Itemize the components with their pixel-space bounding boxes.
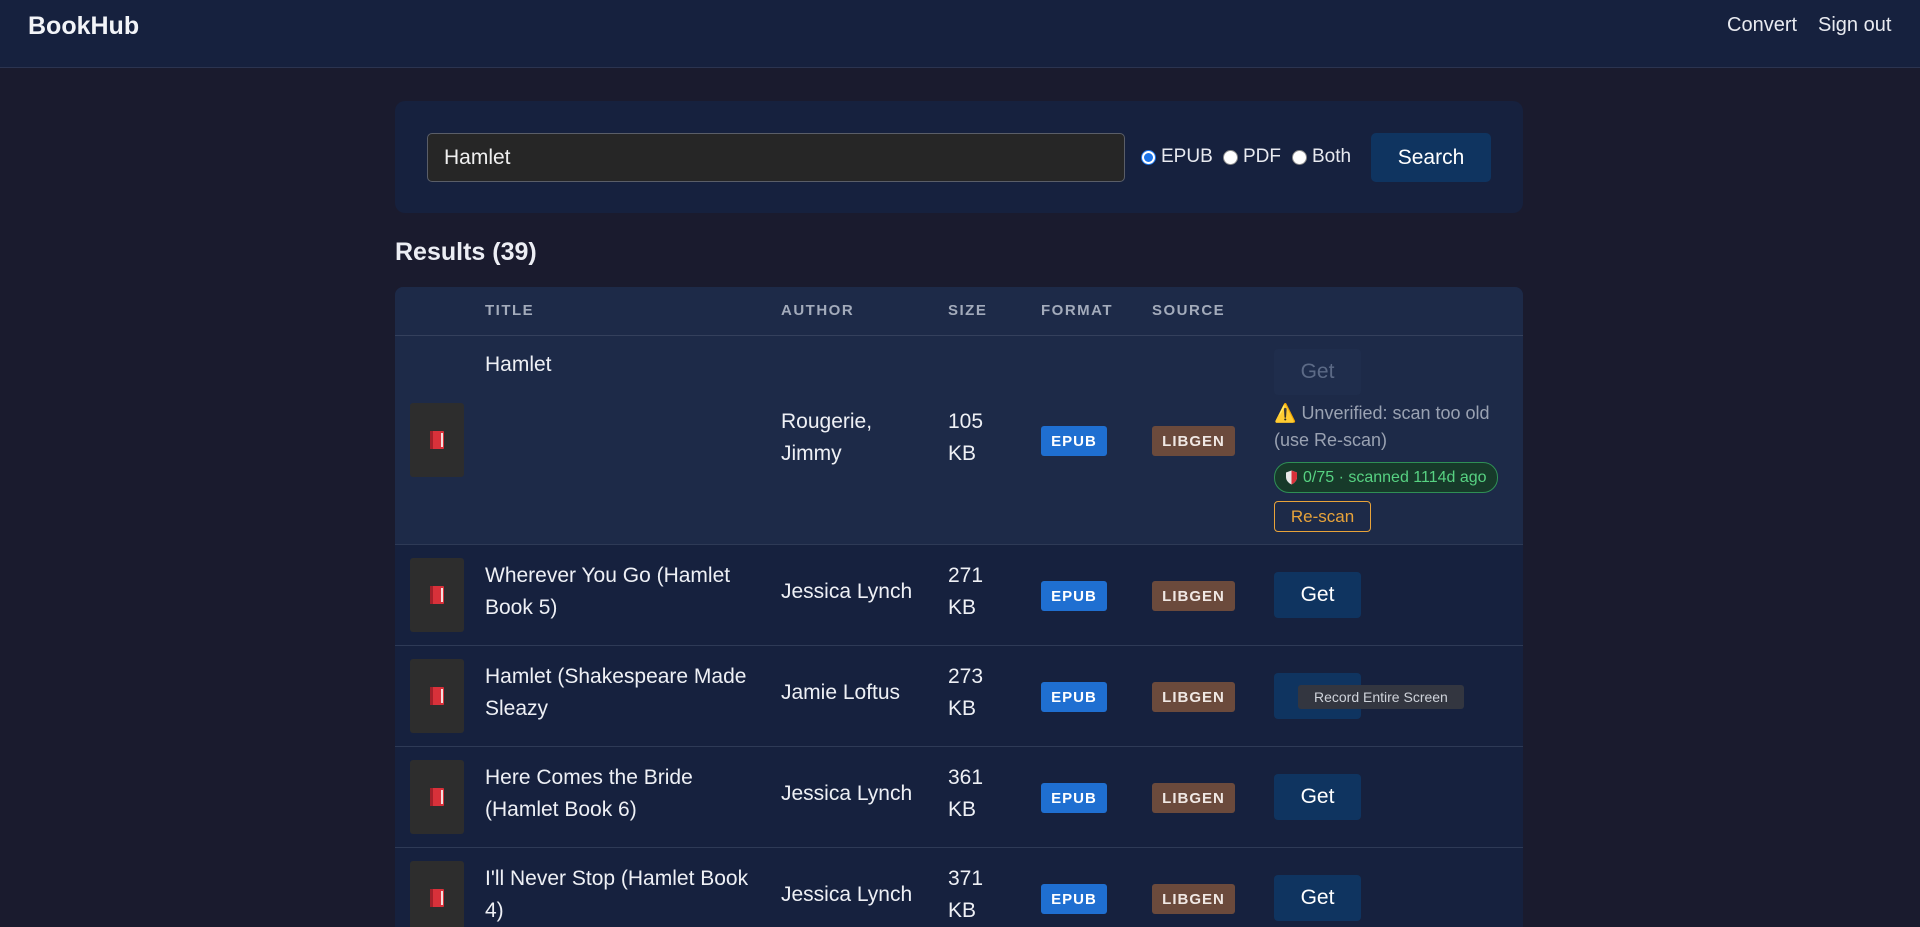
- brand-logo[interactable]: BookHub: [28, 12, 139, 41]
- get-button[interactable]: Get: [1274, 572, 1361, 618]
- get-button[interactable]: Get: [1274, 774, 1361, 820]
- source-badge: LIBGEN: [1152, 682, 1235, 712]
- table-row: I'll Never Stop (Hamlet Book 4) Jessica …: [395, 848, 1523, 927]
- search-button[interactable]: Search: [1371, 133, 1491, 182]
- scan-status-badge: 0/75 · scanned 1114d ago: [1274, 462, 1498, 493]
- book-icon: [430, 586, 444, 604]
- radio-button[interactable]: [1292, 149, 1307, 165]
- results-table: TITLE AUTHOR SIZE FORMAT SOURCE Hamlet R…: [395, 287, 1523, 927]
- search-panel: EPUB PDF Both Search: [395, 101, 1523, 213]
- book-size: 273 KB: [948, 665, 984, 720]
- rescan-button[interactable]: Re-scan: [1274, 501, 1371, 532]
- column-header-source: SOURCE: [1152, 302, 1226, 319]
- format-radio-label: EPUB: [1161, 146, 1213, 167]
- source-badge: LIBGEN: [1152, 426, 1235, 456]
- warning-text: Unverified: scan too old (use Re-scan): [1274, 403, 1490, 450]
- book-author: Jessica Lynch: [781, 883, 913, 906]
- book-size: 361 KB: [948, 766, 984, 821]
- book-size: 371 KB: [948, 867, 984, 922]
- table-row: Hamlet (Shakespeare Made Sleazy Jamie Lo…: [395, 646, 1523, 747]
- book-title: Hamlet (Shakespeare Made Sleazy: [485, 665, 747, 720]
- book-icon: [430, 889, 444, 907]
- column-header-size: SIZE: [948, 302, 988, 319]
- book-title: I'll Never Stop (Hamlet Book 4): [485, 867, 749, 922]
- table-row: Wherever You Go (Hamlet Book 5) Jessica …: [395, 545, 1523, 646]
- format-badge: EPUB: [1041, 426, 1107, 456]
- book-title: Wherever You Go (Hamlet Book 5): [485, 564, 731, 619]
- nav-convert-link[interactable]: Convert: [1727, 14, 1797, 37]
- shield-icon: [1286, 470, 1297, 485]
- book-cover: [410, 558, 464, 632]
- radio-button-checked[interactable]: [1141, 149, 1156, 165]
- book-author: Jessica Lynch: [781, 782, 913, 805]
- book-icon: [430, 788, 444, 806]
- book-title: Hamlet: [485, 353, 552, 376]
- format-radio-epub[interactable]: EPUB: [1141, 145, 1213, 169]
- book-cover: [410, 861, 464, 927]
- source-badge: LIBGEN: [1152, 884, 1235, 914]
- format-badge: EPUB: [1041, 682, 1107, 712]
- column-header-title: TITLE: [485, 302, 535, 319]
- format-radio-label: PDF: [1243, 146, 1281, 167]
- get-button-disabled[interactable]: Get: [1274, 349, 1361, 395]
- table-row: Here Comes the Bride (Hamlet Book 6) Jes…: [395, 747, 1523, 848]
- get-button[interactable]: Get: [1274, 875, 1361, 921]
- format-radio-label: Both: [1312, 146, 1352, 167]
- book-cover: [410, 403, 464, 477]
- book-author: Jamie Loftus: [781, 681, 901, 704]
- scan-status-text: 0/75 · scanned 1114d ago: [1303, 468, 1487, 486]
- book-icon: [430, 687, 444, 705]
- book-author: Jessica Lynch: [781, 580, 913, 603]
- book-cover: [410, 760, 464, 834]
- book-cover: [410, 659, 464, 733]
- book-icon: [430, 431, 444, 449]
- format-badge: EPUB: [1041, 581, 1107, 611]
- table-row: Hamlet Rougerie, Jimmy 105 KB EPUB LIBGE…: [395, 336, 1523, 545]
- column-header-author: AUTHOR: [781, 302, 855, 319]
- book-size: 105 KB: [948, 410, 984, 465]
- search-input[interactable]: [427, 133, 1125, 182]
- format-radio-both[interactable]: Both: [1292, 145, 1351, 169]
- format-badge: EPUB: [1041, 783, 1107, 813]
- book-title: Here Comes the Bride (Hamlet Book 6): [485, 766, 693, 821]
- book-size: 271 KB: [948, 564, 984, 619]
- nav-signout-link[interactable]: Sign out: [1818, 14, 1891, 37]
- results-heading: Results (39): [395, 238, 537, 266]
- format-radio-pdf[interactable]: PDF: [1223, 145, 1281, 169]
- table-header: TITLE AUTHOR SIZE FORMAT SOURCE: [395, 287, 1523, 336]
- top-bar: BookHub Convert Sign out: [0, 0, 1920, 68]
- radio-button[interactable]: [1223, 149, 1238, 165]
- book-author: Rougerie, Jimmy: [781, 410, 873, 465]
- tooltip-record-screen: Record Entire Screen: [1298, 685, 1464, 709]
- format-badge: EPUB: [1041, 884, 1107, 914]
- source-badge: LIBGEN: [1152, 581, 1235, 611]
- warning-icon: ⚠️: [1274, 403, 1297, 423]
- column-header-format: FORMAT: [1041, 302, 1114, 319]
- source-badge: LIBGEN: [1152, 783, 1235, 813]
- unverified-warning: ⚠️ Unverified: scan too old (use Re-scan…: [1274, 400, 1514, 454]
